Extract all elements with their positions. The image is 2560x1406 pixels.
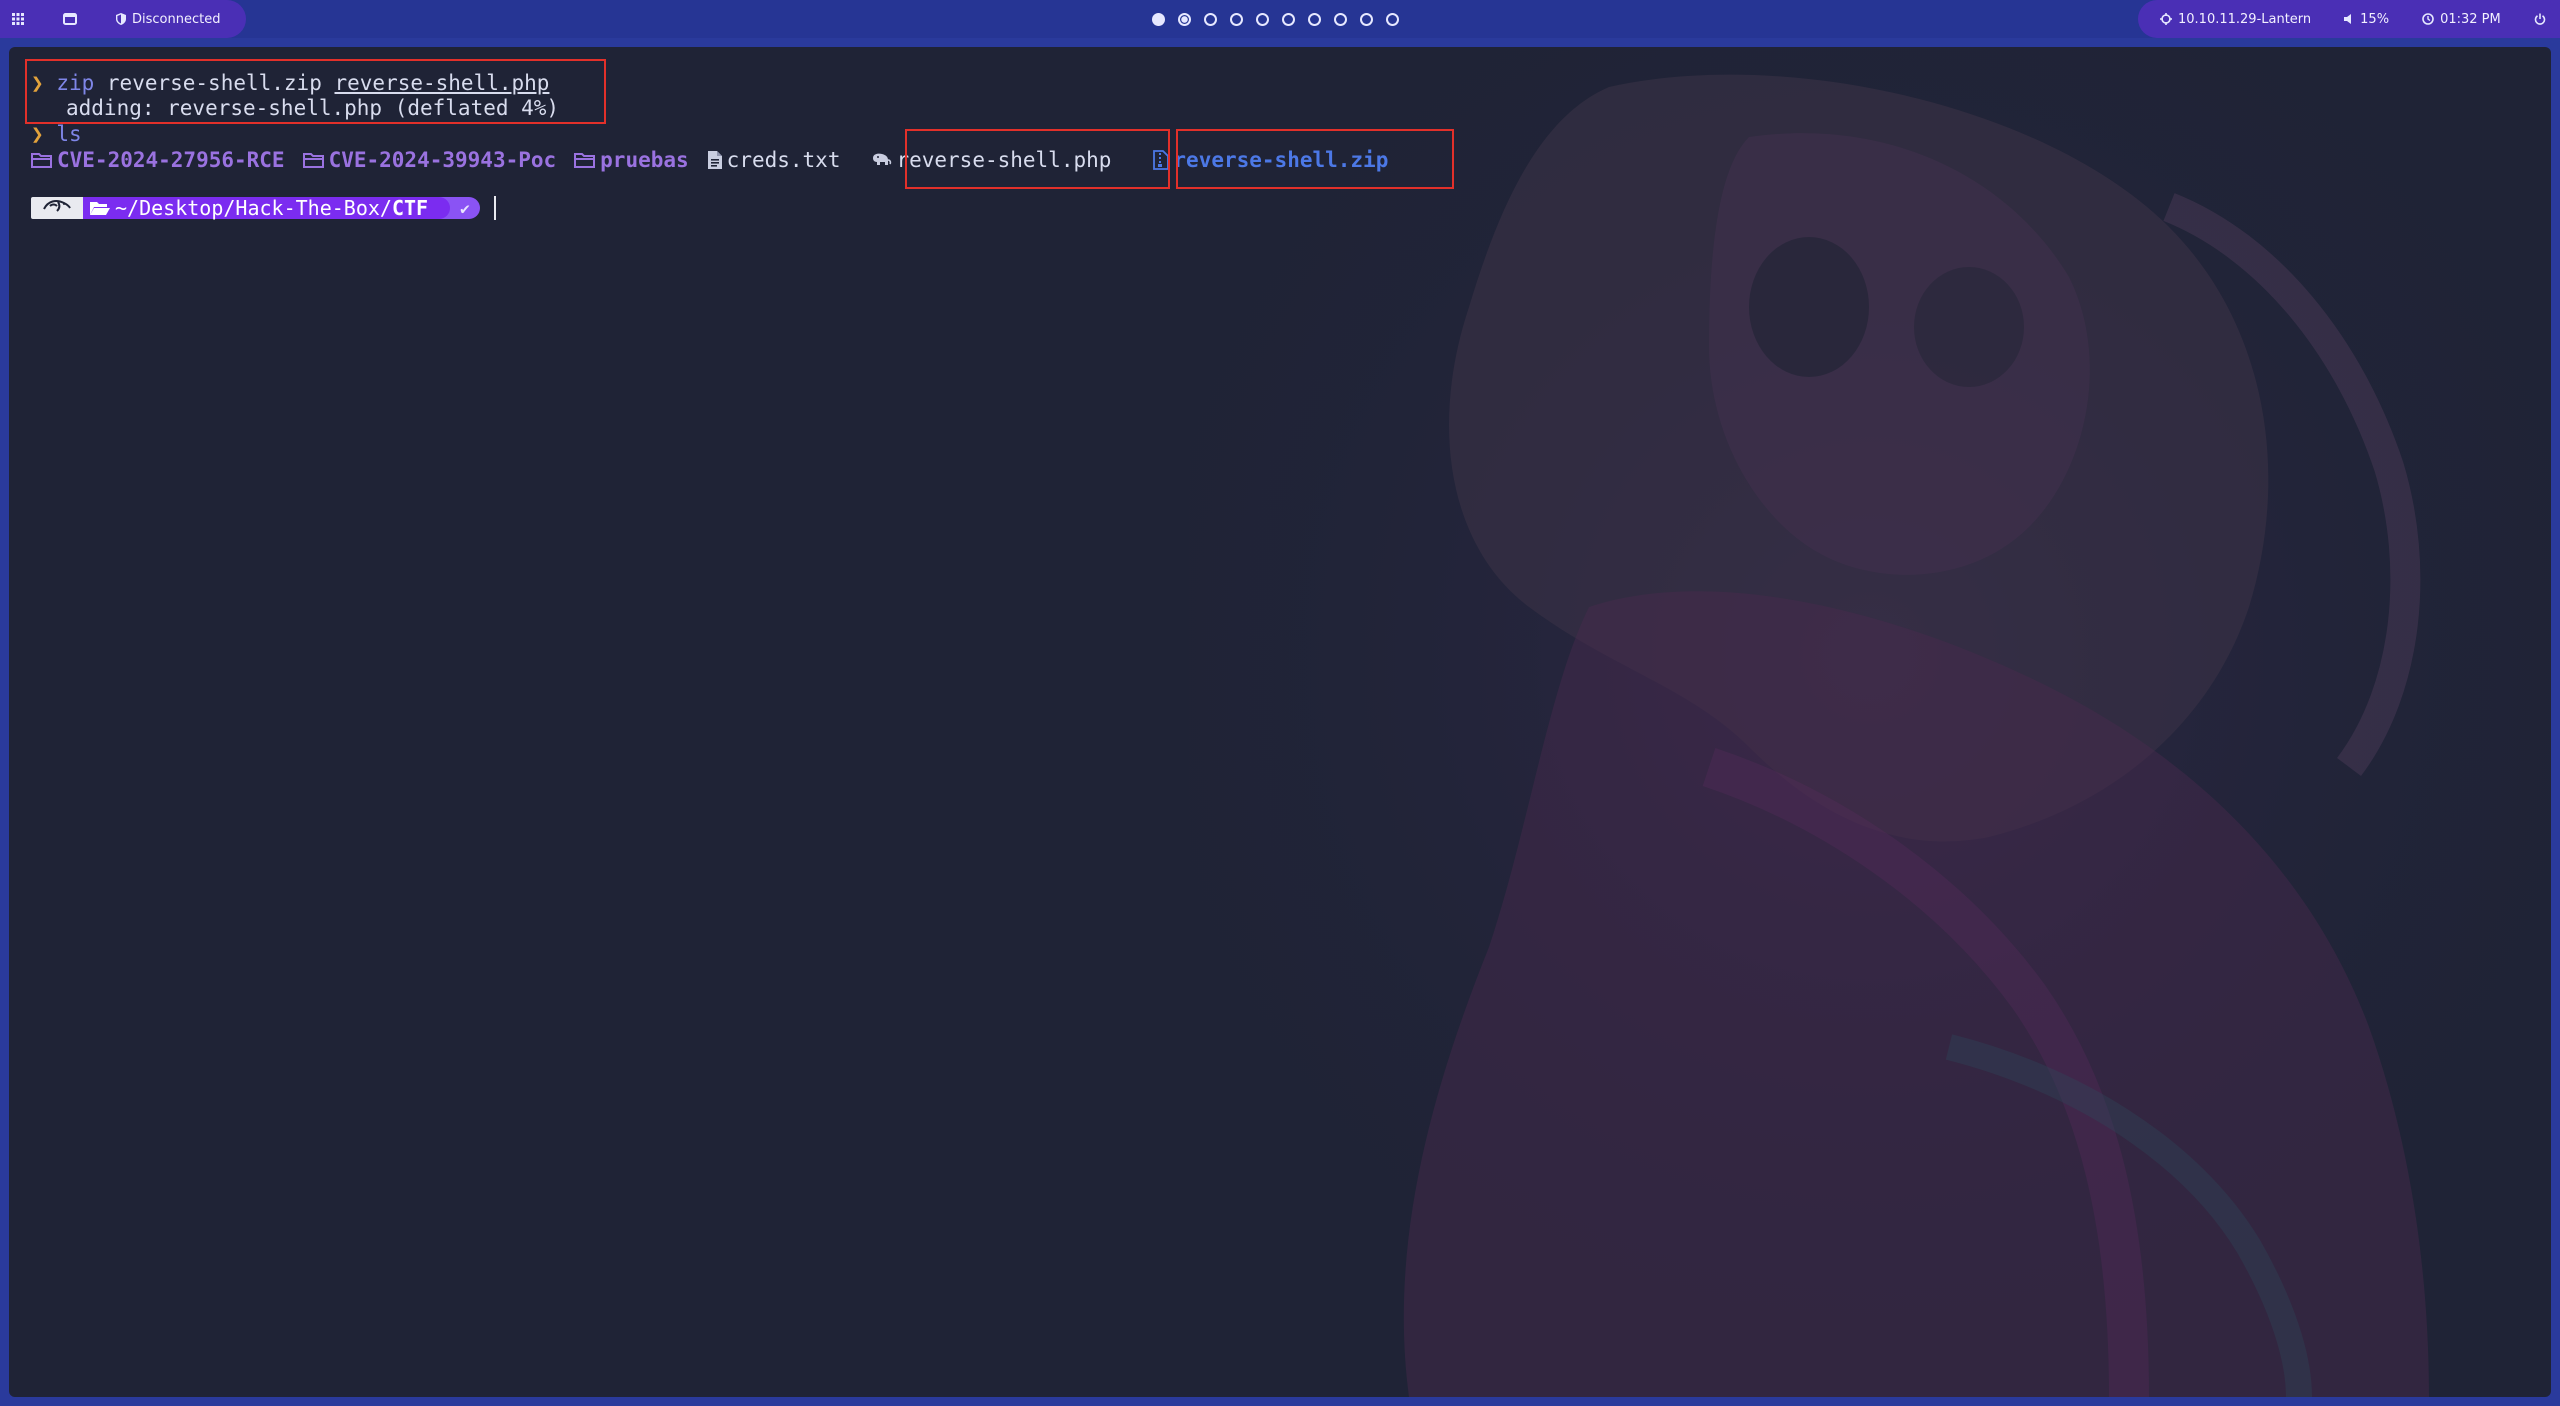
folder-icon: [31, 151, 53, 169]
volume-label: 15%: [2360, 11, 2390, 27]
text-file-icon: [707, 150, 723, 170]
speaker-icon: [2344, 14, 2354, 24]
list-item-dir-cve-27956[interactable]: CVE-2024-27956-RCE: [31, 147, 285, 173]
list-item-dir-pruebas[interactable]: pruebas: [574, 147, 689, 173]
command-name: zip: [56, 71, 95, 95]
workspace-6[interactable]: [1282, 12, 1295, 26]
bottom-edge: [0, 1397, 2560, 1406]
vpn-status[interactable]: Disconnected: [116, 0, 220, 38]
target-ip-label: 10.10.11.29-Lantern: [2178, 11, 2312, 27]
window-switcher-button[interactable]: [63, 0, 83, 38]
apps-menu-button[interactable]: [12, 0, 30, 38]
prompt-symbol: ❯: [31, 71, 44, 95]
os-segment: [31, 197, 83, 219]
list-item-label: CVE-2024-39943-Poc: [328, 148, 557, 172]
target-ip[interactable]: 10.10.11.29-Lantern: [2160, 0, 2311, 38]
vpn-status-label: Disconnected: [132, 11, 221, 27]
clock-icon: [2422, 13, 2434, 25]
list-item-label: CVE-2024-27956-RCE: [57, 148, 285, 172]
clock-label: 01:32 PM: [2440, 11, 2501, 27]
list-item-file-zip[interactable]: reverse-shell.zip: [1153, 147, 1388, 173]
window-icon: [63, 13, 77, 25]
list-item-file-php[interactable]: reverse-shell.php: [870, 147, 1111, 173]
command-line-ls: ❯ ls: [31, 121, 82, 147]
zip-output: adding: reverse-shell.php (deflated 4%): [66, 96, 560, 120]
path-segment: ~/Desktop/Hack-The-Box/CTF: [83, 196, 437, 220]
folder-icon: [302, 151, 325, 169]
top-bar: Disconnected 10.10.11.29-Lantern 15% 01:…: [0, 0, 2560, 38]
list-item-label: reverse-shell.zip: [1173, 148, 1389, 172]
top-bar-left-module: Disconnected: [0, 0, 246, 38]
prompt-symbol: ❯: [31, 122, 44, 146]
top-bar-right-module: 10.10.11.29-Lantern 15% 01:32 PM: [2138, 0, 2560, 38]
command-arg-php: reverse-shell.php: [334, 71, 550, 95]
status-segment: ✔: [450, 197, 480, 219]
folder-open-icon: [89, 200, 111, 216]
workspace-3[interactable]: [1204, 12, 1217, 26]
crosshair-icon: [2160, 13, 2172, 25]
command-line-zip: ❯ zip reverse-shell.zip reverse-shell.ph…: [31, 70, 549, 96]
shield-icon: [116, 13, 126, 25]
clock[interactable]: 01:32 PM: [2422, 0, 2501, 38]
workspace-9[interactable]: [1360, 12, 1373, 26]
workspace-7[interactable]: [1308, 12, 1321, 26]
command-name: ls: [56, 122, 82, 146]
list-item-label: creds.txt: [726, 148, 841, 172]
workspace-5[interactable]: [1256, 12, 1269, 26]
path-current-dir: CTF: [391, 196, 429, 220]
kali-dragon-icon: [42, 196, 72, 220]
shell-prompt[interactable]: ~/Desktop/Hack-The-Box/CTF ✔: [31, 195, 496, 221]
php-elephant-icon: [870, 152, 892, 168]
workspace-1[interactable]: [1152, 12, 1165, 26]
power-button[interactable]: [2534, 0, 2552, 38]
workspace-indicator: [1152, 0, 1399, 38]
power-icon: [2534, 13, 2546, 25]
ls-output: CVE-2024-27956-RCE CVE-2024-39943-Poc pr…: [31, 147, 1406, 173]
list-item-dir-cve-39943[interactable]: CVE-2024-39943-Poc: [302, 147, 557, 173]
workspace-2[interactable]: [1178, 12, 1191, 26]
workspace-10[interactable]: [1386, 12, 1399, 26]
list-item-label: pruebas: [600, 148, 689, 172]
grid-icon: [12, 13, 24, 25]
list-item-label: reverse-shell.php: [896, 148, 1112, 172]
volume-control[interactable]: 15%: [2344, 0, 2389, 38]
folder-icon: [574, 151, 596, 169]
command-arg-zip: reverse-shell.zip: [106, 71, 322, 95]
path-prefix: ~/Desktop/Hack-The-Box/: [115, 196, 392, 220]
workspace-4[interactable]: [1230, 12, 1243, 26]
list-item-file-creds[interactable]: creds.txt: [707, 147, 841, 173]
terminal-window[interactable]: ❯ zip reverse-shell.zip reverse-shell.ph…: [9, 47, 2551, 1397]
workspace-8[interactable]: [1334, 12, 1347, 26]
text-cursor: [493, 196, 496, 220]
zip-file-icon: [1153, 150, 1170, 170]
terminal-output: ❯ zip reverse-shell.zip reverse-shell.ph…: [9, 47, 2551, 1397]
